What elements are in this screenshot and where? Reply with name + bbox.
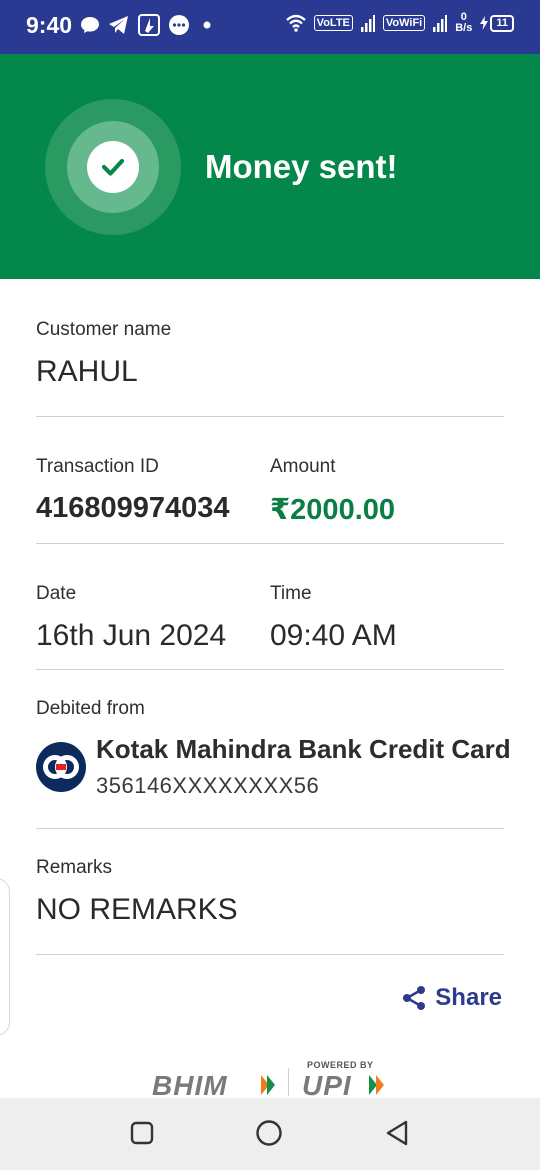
transaction-id-label: Transaction ID: [36, 456, 159, 477]
telegram-icon: [109, 16, 128, 34]
share-icon: [403, 986, 426, 1010]
charging-icon: [480, 16, 489, 30]
battery: 11: [480, 14, 514, 32]
date-label: Date: [36, 583, 77, 604]
notification-icons: [80, 14, 216, 36]
navigation-bar: [0, 1098, 540, 1170]
battery-level: 11: [490, 14, 514, 32]
debit-section: Debited from Kotak Mahindra Bank Credit …: [36, 670, 511, 829]
transaction-details: Customer name RAHUL Transaction ID 41680…: [36, 279, 511, 955]
messages-icon: [169, 15, 189, 35]
upi-arrow-icon: [369, 1075, 384, 1095]
date-value: 16th Jun 2024: [36, 619, 227, 652]
logo-divider: [288, 1068, 289, 1096]
remarks-section: Remarks NO REMARKS: [36, 829, 504, 955]
success-halo-inner: [67, 121, 159, 213]
transaction-id-value: 416809974034: [36, 492, 230, 524]
logo-red-bar: [56, 764, 66, 770]
signal-icon: [360, 15, 375, 32]
time-label: Time: [270, 583, 312, 604]
date-block: Date 16th Jun 2024: [36, 583, 270, 669]
time-value: 09:40 AM: [270, 619, 397, 652]
bank-account-row: Kotak Mahindra Bank Credit Card 356146XX…: [36, 734, 511, 799]
system-icons: VoLTE VoWiFi 0 B/s 11: [285, 12, 514, 34]
vowifi-badge: VoWiFi: [382, 15, 426, 31]
time-block: Time 09:40 AM: [270, 583, 504, 669]
home-icon[interactable]: [255, 1120, 283, 1148]
edge-panel-handle[interactable]: [0, 878, 10, 1036]
network-speed: 0 B/s: [455, 12, 472, 34]
amount-value: ₹2000.00: [270, 494, 396, 526]
transaction-section: Transaction ID 416809974034 Amount ₹2000…: [36, 417, 504, 544]
kotak-bank-logo: [36, 742, 86, 792]
wifi-icon: [285, 14, 306, 32]
account-number: 356146XXXXXXXX56: [96, 773, 320, 798]
volte-badge: VoLTE: [313, 15, 353, 31]
debited-from-label: Debited from: [36, 698, 145, 719]
customer-name-value: RAHUL: [36, 355, 138, 388]
transaction-id-block: Transaction ID 416809974034: [36, 456, 270, 543]
bank-text: Kotak Mahindra Bank Credit Card 356146XX…: [96, 734, 511, 799]
check-icon: [87, 141, 139, 193]
bank-name: Kotak Mahindra Bank Credit Card: [96, 734, 511, 764]
success-halo: [45, 99, 181, 235]
customer-name-label: Customer name: [36, 319, 172, 340]
status-time: 9:40: [26, 12, 73, 38]
recents-icon[interactable]: [129, 1120, 155, 1146]
back-icon[interactable]: [384, 1120, 410, 1148]
app-icon: [138, 14, 160, 36]
bhim-arrow-icon: [261, 1075, 275, 1095]
share-button[interactable]: Share: [401, 984, 502, 1012]
footer-logos: BHIM POWERED BY UPI: [0, 1058, 540, 1101]
amount-block: Amount ₹2000.00: [270, 456, 504, 543]
page-title: Money sent!: [205, 148, 398, 185]
share-label: Share: [435, 984, 502, 1011]
amount-label: Amount: [270, 456, 336, 477]
status-bar: 9:40 VoLTE VoWiFi 0 B/s 11: [0, 0, 540, 54]
remarks-value: NO REMARKS: [36, 893, 238, 926]
datetime-section: Date 16th Jun 2024 Time 09:40 AM: [36, 544, 504, 670]
dot-icon: [203, 21, 211, 29]
remarks-label: Remarks: [36, 857, 113, 878]
net-speed-unit: B/s: [455, 22, 473, 34]
customer-section: Customer name RAHUL: [36, 279, 504, 417]
signal-icon: [433, 15, 448, 32]
success-header: Money sent!: [0, 54, 540, 279]
chat-bubble-icon: [81, 17, 99, 33]
powered-by-text: POWERED BY: [307, 1060, 374, 1070]
